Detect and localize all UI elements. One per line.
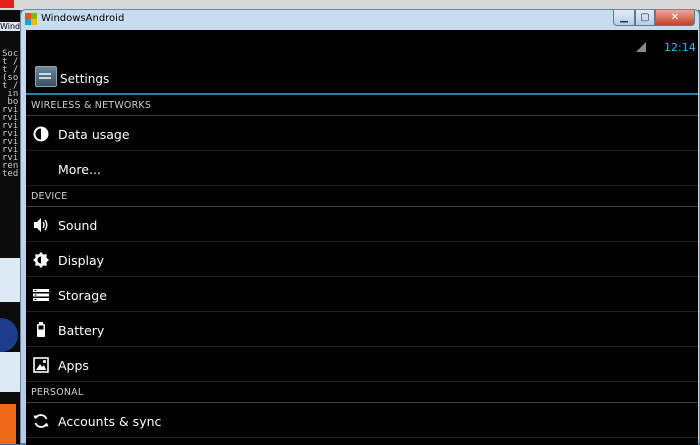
close-icon: ✕ [670, 12, 680, 23]
settings-item-display[interactable]: Display [26, 242, 698, 277]
apps-icon [33, 357, 49, 373]
battery-icon [33, 322, 49, 338]
android-screen: 12:14 Settings WIRELESS & NETWORKS Data … [26, 30, 698, 445]
settings-item-sound[interactable]: Sound [26, 207, 698, 242]
storage-icon [33, 287, 49, 303]
maximize-button[interactable]: ▢ [635, 10, 655, 26]
data-usage-icon [33, 126, 49, 142]
status-bar: 12:14 [26, 30, 698, 66]
settings-item-label: Storage [58, 288, 107, 303]
app-window: WindowsAndroid ▁ ▢ ✕ 12:14 Settings WIRE… [20, 9, 700, 445]
section-header-device: DEVICE [26, 186, 698, 207]
desktop-window-label: Windo [0, 22, 25, 31]
settings-item-data-usage[interactable]: Data usage [26, 116, 698, 151]
settings-item-storage[interactable]: Storage [26, 277, 698, 312]
window-titlebar[interactable]: WindowsAndroid ▁ ▢ ✕ [21, 10, 699, 30]
settings-item-accounts-sync[interactable]: Accounts & sync [26, 403, 698, 438]
desktop-icon-red [0, 0, 14, 8]
settings-item-label: Display [58, 253, 105, 268]
desktop-app-icon-orange [0, 404, 16, 444]
section-label: DEVICE [31, 191, 68, 202]
section-header-wireless: WIRELESS & NETWORKS [26, 95, 698, 116]
console-text: Soc t / t / (so t / in bo rvi rvi rvi rv… [2, 49, 19, 179]
section-label: PERSONAL [31, 387, 84, 398]
settings-item-label: Battery [58, 323, 105, 338]
brightness-icon [33, 252, 49, 268]
settings-item-apps[interactable]: Apps [26, 347, 698, 382]
settings-item-label: Data usage [58, 127, 130, 142]
status-clock: 12:14 [664, 41, 696, 54]
minimize-button[interactable]: ▁ [613, 10, 635, 26]
settings-item-more[interactable]: More... [26, 151, 698, 186]
settings-item-label: Apps [58, 358, 89, 373]
window-title: WindowsAndroid [41, 13, 125, 24]
minimize-icon: ▁ [620, 12, 628, 23]
speaker-icon [33, 217, 49, 233]
window-controls: ▁ ▢ ✕ [613, 10, 695, 26]
page-title: Settings [60, 72, 110, 86]
maximize-icon: ▢ [640, 12, 650, 23]
desktop-window-fragment-2 [0, 352, 20, 392]
sync-icon [33, 413, 49, 429]
settings-item-label: More... [58, 162, 101, 177]
action-bar: Settings [26, 66, 698, 95]
windows-logo-icon [25, 13, 37, 25]
close-button[interactable]: ✕ [655, 10, 695, 26]
settings-item-battery[interactable]: Battery [26, 312, 698, 347]
desktop-window-fragment [0, 258, 20, 302]
settings-item-label: Sound [58, 218, 98, 233]
signal-icon [636, 42, 646, 52]
settings-item-label: Accounts & sync [58, 414, 162, 429]
settings-icon[interactable] [35, 66, 57, 87]
section-header-personal: PERSONAL [26, 382, 698, 403]
section-label: WIRELESS & NETWORKS [31, 100, 152, 111]
